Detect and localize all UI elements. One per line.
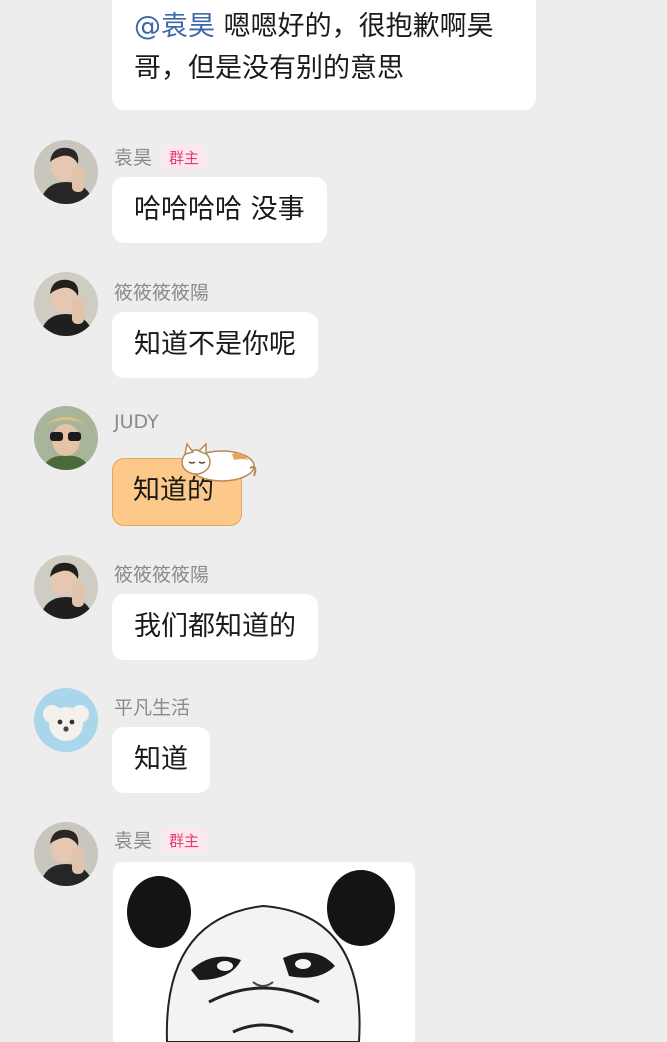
sender-name: 筱筱筱筱陽 [114,564,210,586]
message-text: 哥，但是没有别的意思 [134,53,404,84]
sender-name: 袁昊 群主 [114,826,207,853]
chat-message-list[interactable]: @袁昊 嗯嗯好的，很抱歉啊昊 哥，但是没有别的意思 袁昊 群主 哈哈哈哈 没事 筱… [0,0,667,1042]
message-bubble[interactable]: @袁昊 嗯嗯好的，很抱歉啊昊 哥，但是没有别的意思 [112,0,536,110]
message-text: 嗯嗯好的，很抱歉啊昊 [223,11,494,42]
message-text: 我们都知道的 [134,611,296,642]
message-text: 知道不是你呢 [134,329,296,360]
message-bubble[interactable]: 哈哈哈哈 没事 [112,177,327,243]
message-bubble[interactable]: 我们都知道的 [112,594,318,660]
mention-link[interactable]: @袁昊 [134,11,215,42]
message-bubble[interactable]: 知道 [112,727,210,793]
message-text: 哈哈哈哈 没事 [134,194,305,225]
puppy-avatar-icon[interactable] [34,688,98,752]
sunglasses-avatar-icon[interactable] [34,406,98,470]
group-owner-badge: 群主 [162,828,207,853]
message-bubble[interactable]: 知道不是你呢 [112,312,318,378]
group-owner-badge: 群主 [162,145,207,170]
man-avatar-icon[interactable] [34,555,98,619]
sender-name: 平凡生活 [114,697,191,719]
sleeping-cat-icon [181,442,257,482]
message-text: 知道 [134,744,188,775]
sender-name: 筱筱筱筱陽 [114,282,210,304]
man-avatar-icon[interactable] [34,140,98,204]
panda-meme-sticker-icon[interactable] [113,862,415,1042]
sender-name: JUDY [114,411,159,433]
man-avatar-icon[interactable] [34,822,98,886]
sender-name: 袁昊 群主 [114,143,207,170]
man-avatar-icon[interactable] [34,272,98,336]
